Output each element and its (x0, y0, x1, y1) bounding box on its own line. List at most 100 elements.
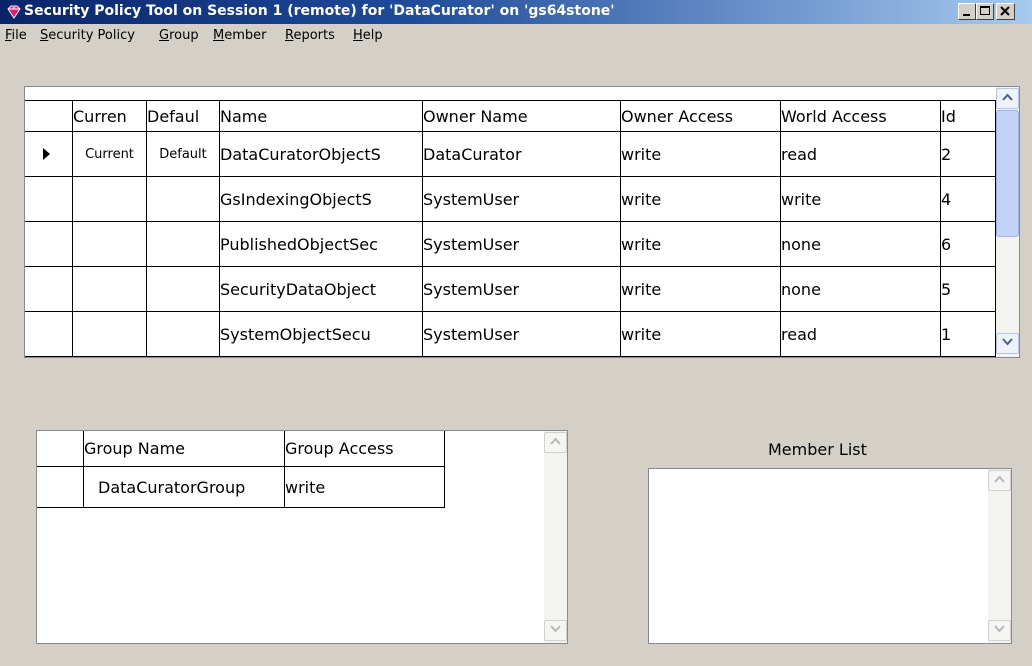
cell-current[interactable]: Current (72, 131, 147, 177)
policy-vertical-scrollbar[interactable] (996, 87, 1019, 357)
minimize-icon (963, 14, 970, 16)
cell-owner-name[interactable]: SystemUser (422, 311, 621, 357)
row-pointer-icon (43, 147, 50, 160)
row-selector[interactable] (25, 131, 73, 177)
cell-owner-name[interactable]: DataCurator (422, 131, 621, 177)
maximize-icon (980, 6, 990, 15)
cell-owner-access[interactable]: write (620, 221, 781, 267)
column-header-owner-name[interactable]: Owner Name (422, 100, 621, 132)
row-selector[interactable] (37, 466, 84, 508)
minimize-button[interactable] (958, 3, 976, 20)
scroll-down-button[interactable] (544, 620, 567, 641)
cell-id[interactable]: 2 (940, 131, 996, 177)
cell-owner-name[interactable]: SystemUser (422, 266, 621, 312)
policy-table-panel: Curren Defaul Name Owner Name Owner Acce… (24, 86, 1020, 358)
cell-id[interactable]: 5 (940, 266, 996, 312)
column-header-id[interactable]: Id (940, 100, 996, 132)
cell-id[interactable]: 1 (940, 311, 996, 357)
policy-header-row: Curren Defaul Name Owner Name Owner Acce… (25, 100, 996, 132)
close-button[interactable] (996, 3, 1015, 20)
column-header-marker (37, 431, 84, 467)
scrollbar-thumb[interactable] (996, 110, 1019, 237)
cell-name[interactable]: PublishedObjectSec (219, 221, 423, 267)
group-vertical-scrollbar[interactable] (544, 431, 567, 643)
column-header-group-name[interactable]: Group Name (83, 431, 285, 467)
group-table-panel: Group Name Group Access DataCuratorGroup… (36, 430, 568, 644)
table-row[interactable]: DataCuratorGroup write (37, 466, 445, 508)
column-header-name[interactable]: Name (219, 100, 423, 132)
cell-id[interactable]: 4 (940, 176, 996, 222)
maximize-button[interactable] (976, 3, 994, 20)
cell-default[interactable] (146, 221, 220, 267)
cell-default[interactable] (146, 311, 220, 357)
table-row[interactable]: GsIndexingObjectS SystemUser write write… (25, 176, 996, 222)
cell-name[interactable]: SystemObjectSecu (219, 311, 423, 357)
cell-owner-access[interactable]: write (620, 311, 781, 357)
cell-world-access[interactable]: read (780, 311, 941, 357)
cell-world-access[interactable]: none (780, 221, 941, 267)
row-selector[interactable] (25, 311, 73, 357)
member-list-label: Member List (768, 440, 867, 459)
scroll-up-button[interactable] (988, 470, 1011, 491)
cell-current[interactable] (72, 221, 147, 267)
chevron-up-icon (1002, 93, 1013, 101)
cell-group-access[interactable]: write (284, 466, 445, 508)
column-header-group-access[interactable]: Group Access (284, 431, 445, 467)
menu-help[interactable]: Help (353, 28, 383, 43)
cell-current[interactable] (72, 311, 147, 357)
column-header-default[interactable]: Defaul (146, 100, 220, 132)
menu-member[interactable]: Member (213, 28, 266, 43)
gem-icon (7, 5, 21, 19)
title-bar[interactable]: Security Policy Tool on Session 1 (remot… (0, 0, 1032, 24)
column-header-marker (25, 100, 73, 132)
menu-security-policy[interactable]: Security Policy (40, 28, 135, 43)
cell-owner-name[interactable]: SystemUser (422, 176, 621, 222)
menu-reports[interactable]: Reports (285, 28, 335, 43)
chevron-up-icon (550, 437, 561, 445)
cell-name[interactable]: SecurityDataObject (219, 266, 423, 312)
scroll-up-button[interactable] (996, 88, 1019, 109)
member-vertical-scrollbar[interactable] (988, 469, 1011, 643)
member-list-box[interactable] (648, 468, 1012, 644)
cell-current[interactable] (72, 266, 147, 312)
menu-group[interactable]: Group (159, 28, 199, 43)
cell-owner-access[interactable]: write (620, 266, 781, 312)
cell-world-access[interactable]: write (780, 176, 941, 222)
cell-name[interactable]: DataCuratorObjectS (219, 131, 423, 177)
window-title: Security Policy Tool on Session 1 (remot… (24, 3, 615, 19)
chevron-down-icon (1002, 338, 1013, 346)
row-selector[interactable] (25, 266, 73, 312)
scroll-down-button[interactable] (988, 620, 1011, 641)
cell-group-name[interactable]: DataCuratorGroup (83, 466, 285, 508)
cell-world-access[interactable]: read (780, 131, 941, 177)
column-header-world-access[interactable]: World Access (780, 100, 941, 132)
table-row[interactable]: PublishedObjectSec SystemUser write none… (25, 221, 996, 267)
chevron-down-icon (994, 625, 1005, 633)
cell-world-access[interactable]: none (780, 266, 941, 312)
menu-bar: File Security Policy Group Member Report… (0, 24, 1032, 46)
row-selector[interactable] (25, 221, 73, 267)
cell-owner-access[interactable]: write (620, 131, 781, 177)
cell-default[interactable] (146, 266, 220, 312)
chevron-up-icon (994, 475, 1005, 483)
close-icon (1000, 6, 1010, 16)
table-row[interactable]: SystemObjectSecu SystemUser write read 1 (25, 311, 996, 357)
table-row[interactable]: SecurityDataObject SystemUser write none… (25, 266, 996, 312)
scroll-down-button[interactable] (996, 333, 1019, 354)
column-header-current[interactable]: Curren (72, 100, 147, 132)
group-header-row: Group Name Group Access (37, 431, 445, 467)
column-header-owner-access[interactable]: Owner Access (620, 100, 781, 132)
cell-name[interactable]: GsIndexingObjectS (219, 176, 423, 222)
cell-id[interactable]: 6 (940, 221, 996, 267)
menu-file[interactable]: File (5, 28, 27, 43)
scroll-up-button[interactable] (544, 432, 567, 453)
row-selector[interactable] (25, 176, 73, 222)
cell-owner-access[interactable]: write (620, 176, 781, 222)
group-table: Group Name Group Access DataCuratorGroup… (37, 431, 445, 508)
cell-default[interactable] (146, 176, 220, 222)
cell-owner-name[interactable]: SystemUser (422, 221, 621, 267)
cell-default[interactable]: Default (146, 131, 220, 177)
chevron-down-icon (550, 625, 561, 633)
cell-current[interactable] (72, 176, 147, 222)
table-row[interactable]: Current Default DataCuratorObjectS DataC… (25, 131, 996, 177)
